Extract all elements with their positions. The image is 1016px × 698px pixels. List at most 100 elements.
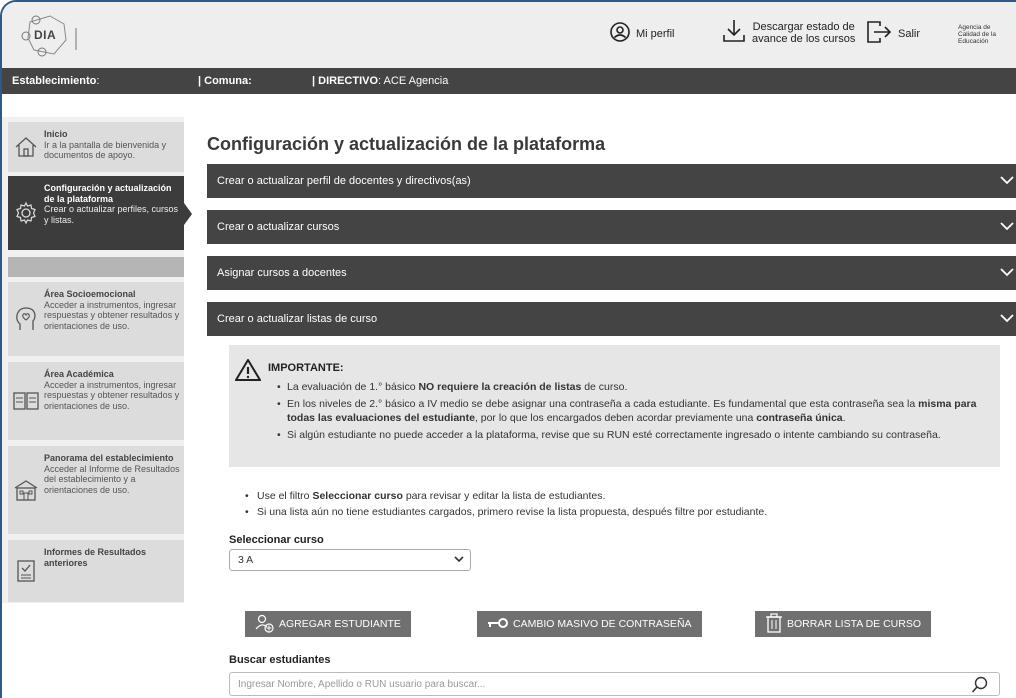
text-run: Use el filtro [257,490,313,502]
download-icon [722,18,746,47]
sidebar-item-desc: Acceder al Informe de Resultados del est… [44,463,180,495]
directivo-label: | DIRECTIVO: ACE Agencia [312,75,448,87]
warning-icon [234,358,262,384]
sidebar-item-socioemocional[interactable]: Área Socioemocional Acceder a instrument… [8,282,184,356]
important-title: IMPORTANTE: [268,362,344,374]
delete-list-label: BORRAR LISTA DE CURSO [787,618,921,630]
important-bullet-1: La evaluación de 1.° básico NO requiere … [277,380,992,395]
sidebar-item-desc: Ir a la pantalla de bienvenida y documen… [44,139,167,161]
sidebar-item-title: Informes de Resultados anteriores [44,547,147,568]
text-run: En los niveles de 2.° básico a IV medio … [287,397,919,410]
agency-logo: Agencia de Calidad de la Educación [958,24,1014,45]
directivo-label-text: | DIRECTIVO [312,75,379,87]
delete-list-button[interactable]: BORRAR LISTA DE CURSO [755,611,931,637]
sidebar-item-desc: Acceder a instrumentos, ingresar respues… [44,299,180,331]
sidebar-item-title: Inicio [44,129,68,139]
book-icon [8,362,44,440]
establishment-label-text: Establecimiento [12,75,97,87]
accordion-label: Crear o actualizar perfil de docentes y … [217,175,471,187]
accordion-label: Crear o actualizar cursos [217,221,340,233]
active-item-pointer [184,203,192,225]
logout-label: Salir [898,27,921,40]
info-bullet-2: Si una lista aún no tiene estudiantes ca… [245,504,767,520]
establishment-label-suffix: : [96,75,100,87]
sidebar-item-academica[interactable]: Área Académica Acceder a instrumentos, i… [8,362,184,440]
info-list: Use el filtro Seleccionar curso para rev… [245,488,767,520]
search-students-label: Buscar estudiantes [229,654,331,666]
important-bullet-2: En los niveles de 2.° básico a IV medio … [277,397,992,426]
accordion-label: Asignar cursos a docentes [217,267,347,279]
dia-logo[interactable]: DIA [20,10,88,62]
directivo-value: : ACE Agencia [378,75,449,87]
establishment-label: Establecimiento: [12,75,99,87]
chevron-down-icon [1000,175,1014,188]
add-student-button[interactable]: AGREGAR ESTUDIANTE [245,611,411,637]
bulk-password-label: CAMBIO MASIVO DE CONTRASEÑA [513,618,692,630]
text-run: La evaluación de 1.° básico [287,381,419,393]
page-title: Configuración y actualización de la plat… [207,134,606,154]
select-course-label: Seleccionar curso [229,534,324,546]
text-run: de curso. [581,381,628,393]
chevron-down-icon [1000,313,1014,326]
key-icon [487,617,509,632]
agency-line2: Calidad de la [958,31,996,38]
sidebar-item-desc: Acceder a instrumentos, ingresar respues… [44,379,180,411]
school-icon [8,446,44,534]
accordion-asignar[interactable]: Asignar cursos a docentes [207,256,1016,290]
add-student-label: AGREGAR ESTUDIANTE [279,618,401,630]
chevron-down-icon [1000,221,1014,234]
text-run-bold: contraseña única [756,412,843,424]
logout-icon [866,20,892,47]
sidebar-item-configuracion[interactable]: Configuración y actualización de la plat… [8,176,184,250]
app-frame: DIA Mi perfil Descargar estado de avance… [0,0,1016,698]
sidebar-item-title: Área Socioemocional [44,289,136,299]
important-list: La evaluación de 1.° básico NO requiere … [277,380,992,444]
text-run: para revisar y editar la lista de estudi… [402,490,606,502]
search-icon[interactable] [971,676,989,697]
profile-label: Mi perfil [636,27,675,40]
head-heart-icon [8,282,44,356]
course-select-value: 3 A [238,554,254,566]
accordion-listas[interactable]: Crear o actualizar listas de curso [207,302,1016,336]
search-input[interactable]: Ingresar Nombre, Apellido o RUN usuario … [229,672,1000,696]
logo-text: DIA [34,28,57,42]
sidebar-item-desc: Crear o actualizar perfiles, cursos y li… [44,204,179,225]
search-placeholder: Ingresar Nombre, Apellido o RUN usuario … [238,679,486,690]
sidebar-item-title: Panorama del establecimiento [44,453,174,463]
bulk-password-button[interactable]: CAMBIO MASIVO DE CONTRASEÑA [477,611,702,637]
trash-icon [765,612,783,636]
accordion-cursos[interactable]: Crear o actualizar cursos [207,210,1016,244]
profile-link[interactable]: Mi perfil [610,22,675,45]
course-select[interactable]: 3 A [229,549,471,571]
text-run: . [842,412,846,424]
establishment-bar: Establecimiento: | Comuna: | DIRECTIVO: … [2,68,1016,94]
sidebar-divider [8,257,184,277]
text-run-bold: Seleccionar curso [312,490,403,502]
accordion-label: Crear o actualizar listas de curso [217,313,378,325]
info-bullet-1: Use el filtro Seleccionar curso para rev… [245,488,767,504]
text-run-bold: NO requiere la creación de listas [418,381,582,393]
accordion-perfiles[interactable]: Crear o actualizar perfil de docentes y … [207,164,1016,198]
sidebar-item-informes[interactable]: Informes de Resultados anteriores [8,540,184,602]
sidebar-item-inicio[interactable]: Inicio Ir a la pantalla de bienvenida y … [8,122,184,172]
chevron-down-icon [1000,267,1014,280]
agency-line3: Educación [958,38,989,45]
comuna-label: | Comuna: [198,75,252,87]
report-icon [8,540,44,602]
download-line2: avance de los cursos [752,32,856,45]
gear-icon [8,176,44,250]
important-bullet-3: Si algún estudiante no puede acceder a l… [277,428,992,443]
sidebar-item-panorama[interactable]: Panorama del establecimiento Acceder al … [8,446,184,534]
add-user-icon [255,613,275,636]
text-run: , por lo que los encargados deben acorda… [474,412,757,424]
user-icon [610,22,630,45]
logout-link[interactable]: Salir [866,20,920,47]
sidebar-item-title: Área Académica [44,369,114,379]
download-progress-link[interactable]: Descargar estado de avance de los cursos [722,18,855,47]
chevron-down-icon [454,554,464,567]
agency-line1: Agencia de [958,24,991,31]
sidebar-item-title: Configuración y actualización de la plat… [44,183,172,204]
top-header: DIA Mi perfil Descargar estado de avance… [2,2,1016,68]
download-line1: Descargar estado de [752,20,855,33]
home-icon [8,122,44,172]
